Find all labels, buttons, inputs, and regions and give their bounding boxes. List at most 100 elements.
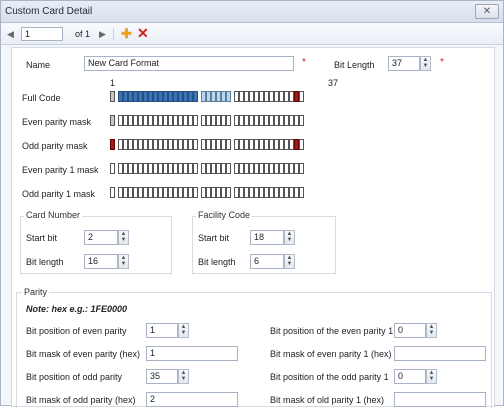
bit-cell-22 xyxy=(221,139,226,150)
bit-cell-30 xyxy=(264,115,269,126)
bit-cell-37 xyxy=(299,115,304,126)
bit-cell-16 xyxy=(188,163,193,174)
bit-cell-2 xyxy=(118,139,123,150)
bit-cell-23 xyxy=(226,163,231,174)
bit-cell-12 xyxy=(168,139,173,150)
bit-cell-23 xyxy=(226,139,231,150)
bit-cell-4 xyxy=(128,91,133,102)
odd-parity-mask-hex-input[interactable]: 2 xyxy=(146,392,238,407)
bit-cell-24 xyxy=(234,139,239,150)
bit-cell-17 xyxy=(193,139,198,150)
bit-cell-9 xyxy=(153,139,158,150)
bit-cell-7 xyxy=(143,187,148,198)
facility-start-bit-spinner[interactable]: ▲ ▼ xyxy=(284,230,295,245)
bit-cell-16 xyxy=(188,139,193,150)
card-bit-length-input[interactable]: 16 xyxy=(84,254,118,269)
even-parity-mask-hex-input[interactable]: 1 xyxy=(146,346,238,361)
odd-parity-position-spinner[interactable]: ▲ ▼ xyxy=(178,369,189,384)
even-parity-position-input[interactable]: 1 xyxy=(146,323,178,338)
close-button[interactable]: ✕ xyxy=(475,4,499,19)
facility-bit-length-input[interactable]: 6 xyxy=(250,254,284,269)
bit-cell-14 xyxy=(178,187,183,198)
bit-cell-27 xyxy=(249,91,254,102)
odd-parity-1-mask-hex-input[interactable] xyxy=(394,392,486,407)
bit-cell-18 xyxy=(201,139,206,150)
bit-cell-28 xyxy=(254,91,259,102)
even-parity-1-mask-hex-input[interactable] xyxy=(394,346,486,361)
window-title: Custom Card Detail xyxy=(5,6,93,17)
bit-cell-32 xyxy=(274,187,279,198)
bit-cell-11 xyxy=(163,115,168,126)
bit-cell-9 xyxy=(153,115,158,126)
delete-icon[interactable]: ✕ xyxy=(137,25,149,42)
bit-cell-33 xyxy=(279,115,284,126)
bit-cell-6 xyxy=(138,91,143,102)
bit-cell-29 xyxy=(259,139,264,150)
next-page-icon[interactable]: ▶ xyxy=(99,29,106,40)
bit-length-input[interactable]: 37 xyxy=(388,56,420,71)
first-page-icon[interactable]: ◀ xyxy=(7,29,14,40)
bit-cell-4 xyxy=(128,139,133,150)
card-bit-length-spinner[interactable]: ▲ ▼ xyxy=(118,254,129,269)
bit-cell-12 xyxy=(168,115,173,126)
bit-cell-31 xyxy=(269,91,274,102)
bit-cell-10 xyxy=(158,187,163,198)
bit-cell-21 xyxy=(216,187,221,198)
bit-cell-32 xyxy=(274,115,279,126)
bit-cell-1 xyxy=(110,139,115,150)
detail-panel: Name New Card Format * Bit Length 37 ▲ ▼ … xyxy=(11,47,495,408)
bit-cell-35 xyxy=(289,115,294,126)
bit-cell-31 xyxy=(269,187,274,198)
bit-cell-26 xyxy=(244,115,249,126)
facility-start-bit-input[interactable]: 18 xyxy=(250,230,284,245)
bit-cell-19 xyxy=(206,91,211,102)
bit-cell-9 xyxy=(153,91,158,102)
bit-cell-28 xyxy=(254,187,259,198)
odd-parity-1-position-spinner[interactable]: ▲ ▼ xyxy=(426,369,437,384)
bit-cell-31 xyxy=(269,163,274,174)
bit-cell-20 xyxy=(211,187,216,198)
bit-cell-15 xyxy=(183,91,188,102)
odd-parity-mask-hex-label: Bit mask of odd parity (hex) xyxy=(26,395,136,405)
page-number-input[interactable]: 1 xyxy=(21,27,63,41)
facility-bit-length-spinner[interactable]: ▲ ▼ xyxy=(284,254,295,269)
bit-cell-8 xyxy=(148,163,153,174)
card-start-bit-spinner[interactable]: ▲ ▼ xyxy=(118,230,129,245)
even-parity-1-mask-hex-label: Bit mask of even parity 1 (hex) xyxy=(270,349,392,359)
bit-cell-34 xyxy=(284,163,289,174)
bit-cell-23 xyxy=(226,115,231,126)
bit-cell-1 xyxy=(110,91,115,102)
bit-cell-2 xyxy=(118,115,123,126)
odd-parity-1-position-input[interactable]: 0 xyxy=(394,369,426,384)
bit-cell-36 xyxy=(294,91,299,102)
bit-cell-17 xyxy=(193,187,198,198)
bit-cell-10 xyxy=(158,139,163,150)
bit-cell-31 xyxy=(269,139,274,150)
bit-cell-37 xyxy=(299,139,304,150)
bit-cell-13 xyxy=(173,163,178,174)
odd-parity-position-label: Bit position of odd parity xyxy=(26,372,123,382)
card-start-bit-input[interactable]: 2 xyxy=(84,230,118,245)
bit-cell-36 xyxy=(294,187,299,198)
even-parity-1-position-spinner[interactable]: ▲ ▼ xyxy=(426,323,437,338)
bit-cell-14 xyxy=(178,91,183,102)
bit-cell-8 xyxy=(148,115,153,126)
bit-cell-27 xyxy=(249,115,254,126)
name-input[interactable]: New Card Format xyxy=(84,56,294,71)
bit-cell-8 xyxy=(148,139,153,150)
bit-cell-26 xyxy=(244,139,249,150)
bit-cell-34 xyxy=(284,115,289,126)
bit-length-spinner[interactable]: ▲ ▼ xyxy=(420,56,431,71)
bit-cell-32 xyxy=(274,139,279,150)
odd-parity-1-mask-label: Odd parity 1 mask xyxy=(22,189,96,199)
add-icon[interactable]: ✚ xyxy=(121,26,132,42)
even-parity-1-position-input[interactable]: 0 xyxy=(394,323,426,338)
odd-parity-1-mask-hex-label: Bit mask of old parity 1 (hex) xyxy=(270,395,385,405)
even-parity-mask-hex-label: Bit mask of even parity (hex) xyxy=(26,349,141,359)
bit-cell-29 xyxy=(259,187,264,198)
even-parity-position-spinner[interactable]: ▲ ▼ xyxy=(178,323,189,338)
odd-parity-position-input[interactable]: 35 xyxy=(146,369,178,384)
bit-cell-27 xyxy=(249,187,254,198)
bit-range-start: 1 xyxy=(110,78,116,88)
card-start-bit-label: Start bit xyxy=(26,233,58,243)
